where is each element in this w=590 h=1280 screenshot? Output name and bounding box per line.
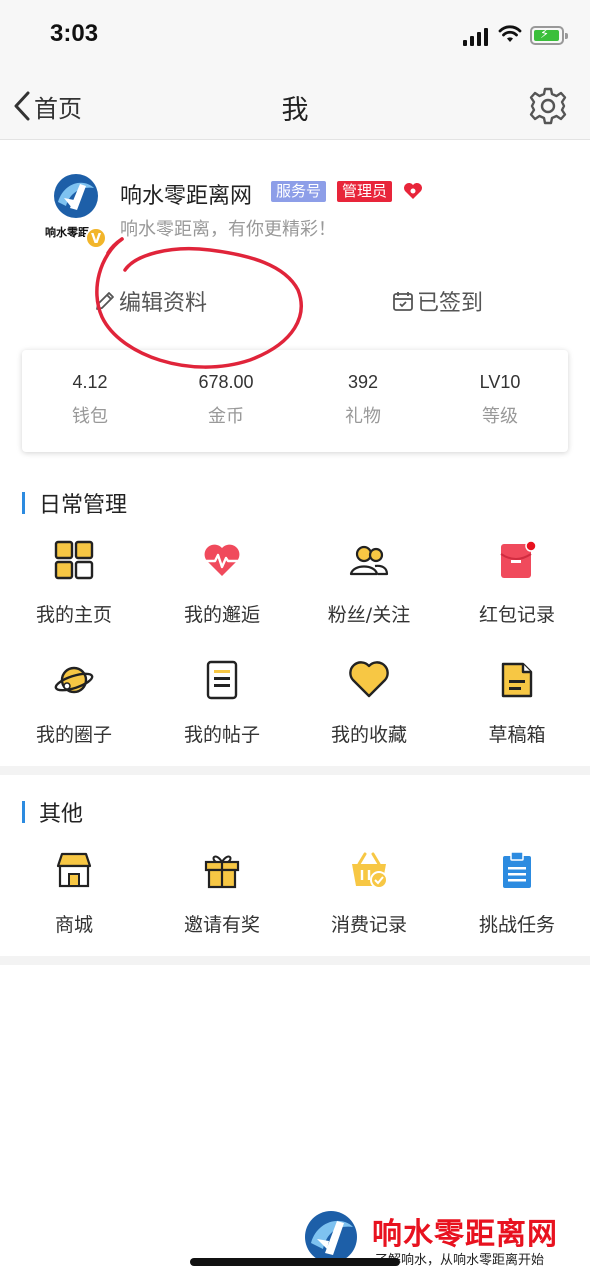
avatar[interactable]: 响水零距 V (44, 172, 108, 248)
status-time: 3:03 (50, 20, 99, 47)
heartbeat-icon (204, 544, 240, 576)
grid-item-label: 我的邂逅 (183, 604, 260, 626)
home-indicator[interactable] (190, 1258, 400, 1266)
watermark-title: 响水零距离网 (372, 1217, 558, 1252)
red-envelope-icon (500, 540, 537, 578)
gear-icon[interactable] (528, 86, 568, 126)
grid-item-label: 草稿箱 (488, 724, 546, 746)
grid-item-my-homepage[interactable]: 我的主页 (0, 540, 148, 640)
service-badge: 服务号 (271, 181, 327, 202)
status-bar: 3:03 ⚡ (0, 0, 590, 72)
navigation-bar: 首页 我 (0, 72, 590, 140)
grid-item-label: 邀请有奖 (183, 914, 260, 936)
grid-item-label: 我的圈子 (35, 724, 112, 746)
pencil-icon (96, 292, 114, 310)
grid-item-shop[interactable]: 商城 (0, 850, 148, 950)
grid-item-label: 粉丝/关注 (327, 604, 411, 626)
signed-in-label: 已签到 (417, 291, 484, 316)
grid-item-invite-reward[interactable]: 邀请有奖 (148, 850, 296, 950)
section-accent-bar (22, 492, 25, 514)
basket-icon (352, 852, 388, 889)
signed-in-button[interactable]: 已签到 (391, 286, 483, 316)
grid-item-label: 红包记录 (478, 604, 555, 626)
stat-label: 礼物 (345, 406, 381, 427)
watermark-logo (305, 1211, 357, 1263)
other-section-title: 其他 (22, 797, 83, 827)
admin-badge: 管理员 (337, 181, 393, 202)
stat-gifts[interactable]: 392 礼物 (295, 350, 431, 452)
grid-item-label: 我的主页 (35, 604, 112, 626)
stat-label: 等级 (482, 406, 518, 427)
shop-icon (56, 852, 92, 888)
planet-icon (54, 666, 94, 694)
wifi-icon (498, 25, 522, 42)
stat-wallet[interactable]: 4.12 钱包 (22, 350, 158, 452)
stat-label: 金币 (208, 406, 244, 427)
battery-icon: ⚡ (530, 26, 568, 45)
section-divider (0, 766, 590, 775)
grid-item-encounters[interactable]: 我的邂逅 (148, 540, 296, 640)
profile-actions: 编辑资料 已签到 (0, 280, 590, 324)
grid-item-red-envelope[interactable]: 红包记录 (443, 540, 590, 640)
watermark: 响水零距离网 了解响水，从响水零距离开始 (300, 1205, 590, 1280)
stat-label: 钱包 (72, 406, 108, 427)
grid-item-fans-follow[interactable]: 粉丝/关注 (295, 540, 443, 640)
grid-item-purchase-history[interactable]: 消费记录 (295, 850, 443, 950)
avatar-text: 响水零距 (45, 225, 89, 239)
signal-icon (463, 28, 491, 46)
grid-item-label: 我的收藏 (330, 724, 407, 746)
heart-badge-icon (404, 183, 422, 199)
stat-coins[interactable]: 678.00 金币 (158, 350, 294, 452)
grid-home-icon (54, 540, 94, 580)
gift-icon (204, 855, 240, 889)
grid-item-my-circles[interactable]: 我的圈子 (0, 660, 148, 760)
grid-item-label: 挑战任务 (478, 914, 555, 936)
stats-card: 4.12 钱包 678.00 金币 392 礼物 LV10 等级 (22, 350, 568, 452)
stat-value: 678.00 (198, 372, 254, 392)
edit-profile-label: 编辑资料 (119, 291, 208, 316)
profile-name: 响水零距离网 (120, 184, 253, 209)
section-accent-bar (22, 801, 25, 823)
stat-level[interactable]: LV10 等级 (432, 350, 568, 452)
document-icon (206, 660, 238, 700)
grid-item-favorites[interactable]: 我的收藏 (295, 660, 443, 760)
daily-section-label: 日常管理 (39, 493, 128, 518)
daily-section-title: 日常管理 (22, 488, 127, 518)
edit-profile-button[interactable]: 编辑资料 (93, 286, 207, 316)
stat-value: 4.12 (72, 372, 108, 392)
other-section-label: 其他 (39, 802, 84, 827)
stat-value: 392 (347, 372, 379, 392)
grid-item-label: 我的帖子 (183, 724, 260, 746)
grid-item-my-posts[interactable]: 我的帖子 (148, 660, 296, 760)
profile-motto: 响水零距离，有你更精彩！ (120, 219, 336, 240)
heart-icon (349, 661, 389, 698)
stat-value: LV10 (479, 372, 521, 392)
calendar-check-icon (393, 292, 413, 311)
draft-file-icon (501, 662, 533, 698)
watermark-subtitle: 了解响水，从响水零距离开始 (375, 1253, 545, 1268)
grid-item-label: 商城 (54, 914, 93, 936)
people-icon (349, 545, 389, 576)
grid-item-challenge-tasks[interactable]: 挑战任务 (443, 850, 590, 950)
grid-item-label: 消费记录 (330, 914, 407, 936)
grid-item-drafts[interactable]: 草稿箱 (443, 660, 590, 760)
svg-text:V: V (91, 232, 101, 247)
section-divider (0, 956, 590, 965)
page-title: 我 (281, 95, 309, 126)
clipboard-icon (503, 851, 531, 888)
